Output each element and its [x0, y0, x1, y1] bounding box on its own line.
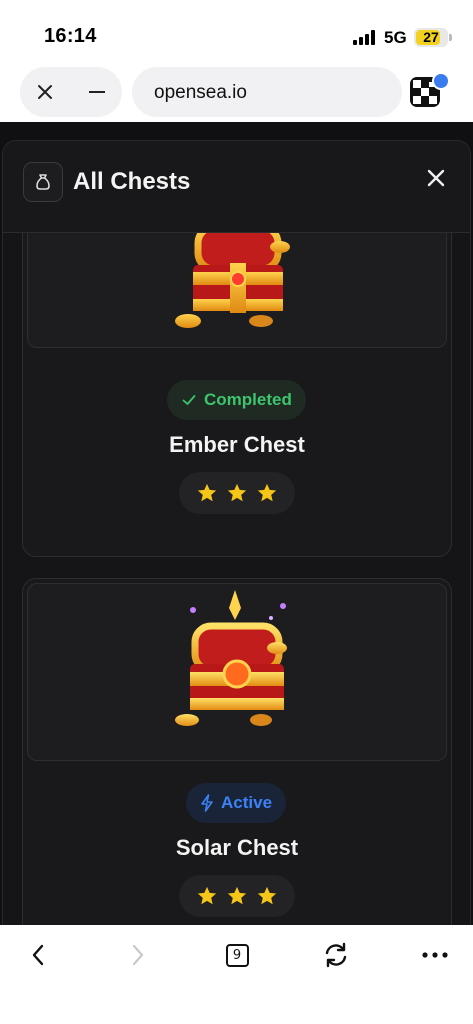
battery-icon: 27: [414, 28, 452, 47]
star-icon: [257, 886, 277, 905]
modal-header: All Chests: [3, 141, 470, 233]
more-options-button[interactable]: [419, 935, 451, 975]
close-icon: [427, 169, 445, 187]
tab-count: 9: [225, 943, 249, 967]
star-icon: [227, 483, 247, 502]
star-rating: [179, 472, 295, 514]
signal-icon: [353, 30, 377, 45]
chest-name: Ember Chest: [169, 432, 305, 457]
status-label: Active: [221, 793, 273, 812]
close-icon: [38, 85, 52, 99]
chest-card[interactable]: Active Solar Chest: [22, 578, 452, 925]
chevron-right-icon: [132, 944, 144, 966]
status-bar: 16:14 5G 27: [0, 0, 473, 64]
modal-close-button[interactable]: [421, 163, 451, 193]
refresh-icon: [325, 942, 347, 968]
status-label: Completed: [204, 390, 292, 409]
clock: 16:14: [44, 25, 97, 47]
notification-dot: [432, 72, 450, 90]
address-bar[interactable]: opensea.io: [132, 67, 402, 117]
chevron-left-icon: [32, 944, 44, 966]
bag-icon: [23, 162, 63, 202]
url-text: opensea.io: [154, 82, 247, 103]
forward-button[interactable]: [122, 935, 154, 975]
star-icon: [197, 483, 217, 502]
browser-toolbar: opensea.io: [0, 64, 473, 122]
solar-chest-image: [175, 590, 287, 726]
battery-level: 27: [423, 29, 439, 45]
status-badge: Completed: [167, 380, 306, 420]
star-rating: [179, 875, 295, 917]
close-tab-button[interactable]: [20, 67, 70, 117]
minus-icon: [89, 91, 105, 93]
minimize-button[interactable]: [72, 67, 122, 117]
more-icon: [422, 952, 448, 958]
lightning-icon: [201, 794, 213, 812]
modal-title: All Chests: [73, 168, 191, 195]
star-icon: [257, 483, 277, 502]
tab-controls: [20, 67, 122, 117]
network-type: 5G: [384, 28, 407, 47]
back-button[interactable]: [22, 935, 54, 975]
status-badge: Active: [186, 783, 287, 823]
tabs-button[interactable]: 9: [222, 935, 252, 975]
star-icon: [227, 886, 247, 905]
all-chests-modal: All Chests Completed Ember Chest Active …: [2, 140, 471, 925]
browser-bottom-nav: 9: [0, 925, 473, 1024]
ember-chest-image: [175, 223, 290, 328]
page-content: All Chests Completed Ember Chest Active …: [0, 122, 473, 925]
reload-button[interactable]: [320, 935, 352, 975]
star-icon: [197, 886, 217, 905]
chest-image-frame: [27, 583, 447, 761]
check-icon: [182, 395, 196, 405]
chest-name: Solar Chest: [175, 835, 299, 860]
